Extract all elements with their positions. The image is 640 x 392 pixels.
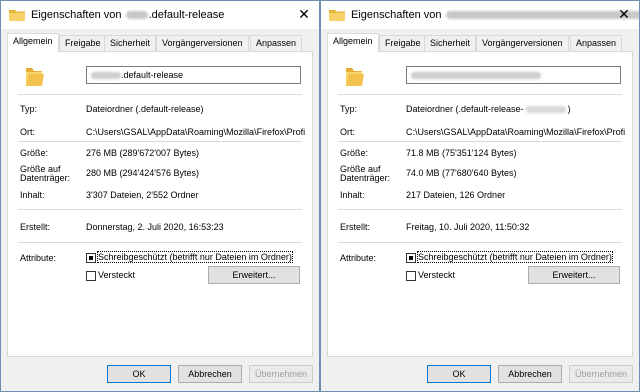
tab-anpassen[interactable]: Anpassen [250,35,303,51]
redacted-text [445,11,639,20]
tab-anpassen[interactable]: Anpassen [570,35,623,51]
readonly-checkbox[interactable]: Schreibgeschützt (betrifft nur Dateien i… [406,251,613,264]
location-label: Ort: [340,127,355,137]
size-label: Größe: [340,148,369,158]
contents-value: 3'307 Dateien, 2'552 Ordner [86,190,199,200]
title-bar[interactable]: Eigenschaften von ✕ [321,1,639,29]
size-on-disk-value: 280 MB (294'424'576 Bytes) [86,168,200,178]
divider [338,141,622,142]
cancel-button[interactable]: Abbrechen [498,365,562,383]
contents-label: Inhalt: [340,190,365,200]
readonly-checkbox-label: Schreibgeschützt (betrifft nur Dateien i… [417,251,613,263]
divider [338,94,622,95]
location-value: C:\Users\GSAL\AppData\Roaming\Mozilla\Fi… [406,127,626,137]
window-title: Eigenschaften von [351,9,639,21]
type-label: Typ: [20,104,38,114]
created-label: Erstellt: [340,222,371,232]
size-on-disk-value: 74.0 MB (77'680'640 Bytes) [406,168,517,178]
type-value: Dateiordner (.default-release) [86,104,204,114]
readonly-checkbox-label: Schreibgeschützt (betrifft nur Dateien i… [97,251,293,263]
type-value: Dateiordner (.default-release-) [406,104,571,114]
type-label: Typ: [340,104,358,114]
divider [18,242,302,243]
folder-icon [346,68,364,86]
tab-vorgaengerversionen[interactable]: Vorgängerversionen [476,35,569,51]
checkbox-empty-icon [86,270,96,281]
created-value: Donnerstag, 2. Juli 2020, 16:53:23 [86,222,224,232]
redacted-text [125,11,148,20]
redacted-text [91,72,121,80]
created-value: Freitag, 10. Juli 2020, 11:50:32 [406,222,530,232]
hidden-checkbox[interactable]: Versteckt [86,270,135,282]
divider [18,209,302,210]
size-label: Größe: [20,148,49,158]
contents-label: Inhalt: [20,190,45,200]
created-label: Erstellt: [20,222,51,232]
title-bar[interactable]: Eigenschaften von .default-release ✕ [1,1,319,29]
tab-freigabe[interactable]: Freigabe [59,35,107,51]
advanced-button[interactable]: Erweitert... [208,266,300,284]
size-on-disk-label-line2: Datenträger: [340,173,391,183]
properties-window-default-release: Eigenschaften von .default-release ✕ All… [0,0,320,392]
folder-icon [9,10,25,21]
apply-button[interactable]: Übernehmen [569,365,633,383]
folder-icon [26,68,44,86]
hidden-checkbox-label: Versteckt [98,270,136,280]
general-panel: .default-release Typ: Dateiordner (.defa… [7,51,313,357]
checkbox-indeterminate-icon [86,252,96,263]
checkbox-indeterminate-icon [406,252,416,263]
tab-allgemein[interactable]: Allgemein [7,33,59,52]
divider [18,94,302,95]
tab-freigabe[interactable]: Freigabe [379,35,427,51]
tab-vorgaengerversionen[interactable]: Vorgängerversionen [156,35,249,51]
cancel-button[interactable]: Abbrechen [178,365,242,383]
folder-name-input[interactable] [406,66,621,84]
window-title: Eigenschaften von .default-release [31,9,225,21]
folder-name-input[interactable]: .default-release [86,66,301,84]
divider [338,209,622,210]
size-on-disk-label-line2: Datenträger: [20,173,71,183]
ok-button[interactable]: OK [427,365,491,383]
attributes-label: Attribute: [340,253,377,263]
size-value: 71.8 MB (75'351'124 Bytes) [406,148,517,158]
location-value: C:\Users\GSAL\AppData\Roaming\Mozilla\Fi… [86,127,306,137]
general-panel: Typ: Dateiordner (.default-release-) Ort… [327,51,633,357]
contents-value: 217 Dateien, 126 Ordner [406,190,506,200]
tab-bar: Allgemein Freigabe Sicherheit Vorgängerv… [7,33,313,52]
apply-button[interactable]: Übernehmen [249,365,313,383]
hidden-checkbox[interactable]: Versteckt [406,270,455,282]
close-icon[interactable]: ✕ [617,7,631,21]
folder-icon [329,10,345,21]
ok-button[interactable]: OK [107,365,171,383]
divider [338,242,622,243]
tab-sicherheit[interactable]: Sicherheit [104,35,157,51]
tab-allgemein[interactable]: Allgemein [327,33,379,52]
hidden-checkbox-label: Versteckt [418,270,456,280]
properties-window-second: Eigenschaften von ✕ Allgemein Freigabe S… [320,0,640,392]
attributes-label: Attribute: [20,253,57,263]
readonly-checkbox[interactable]: Schreibgeschützt (betrifft nur Dateien i… [86,251,293,264]
location-label: Ort: [20,127,35,137]
checkbox-empty-icon [406,270,416,281]
redacted-text [411,72,541,80]
tab-bar: Allgemein Freigabe Sicherheit Vorgängerv… [327,33,633,52]
advanced-button[interactable]: Erweitert... [528,266,620,284]
tab-sicherheit[interactable]: Sicherheit [424,35,477,51]
redacted-text [525,106,566,114]
close-icon[interactable]: ✕ [297,7,311,21]
size-value: 276 MB (289'672'007 Bytes) [86,148,200,158]
divider [18,141,302,142]
